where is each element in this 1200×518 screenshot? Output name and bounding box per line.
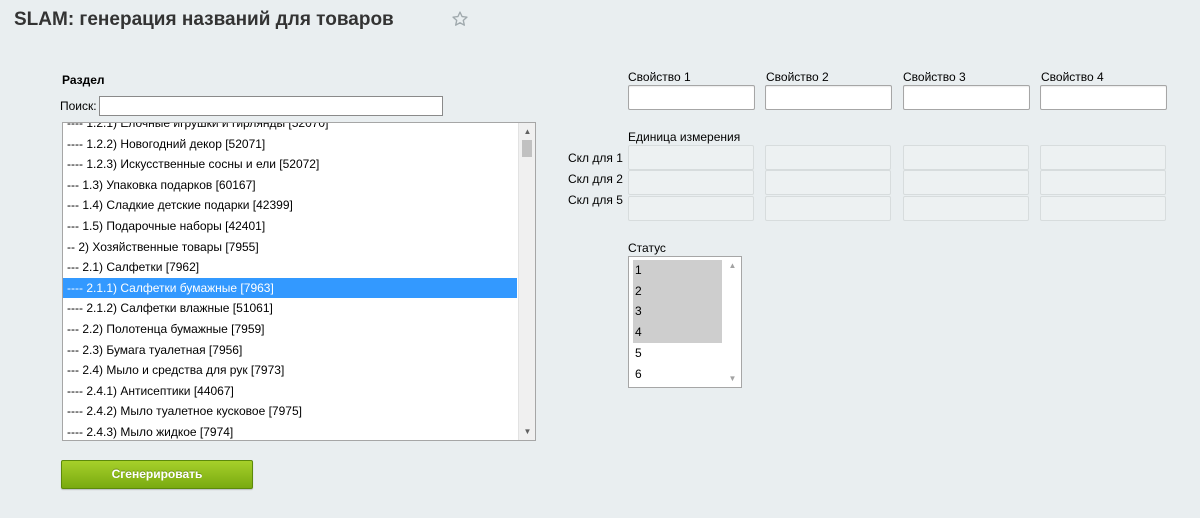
property-1-label: Свойство 1 <box>628 70 691 84</box>
category-option[interactable]: -- 2) Хозяйственные товары [7955] <box>63 237 517 258</box>
generate-button[interactable]: Сгенерировать <box>61 460 253 489</box>
category-scrollbar[interactable]: ▲ ▼ <box>518 123 535 440</box>
triangle-down-icon[interactable]: ▼ <box>519 423 535 440</box>
status-list[interactable]: 123456 ▲ ▼ <box>628 256 742 388</box>
unit-label: Единица измерения <box>628 130 741 144</box>
category-option[interactable]: --- 2.1) Салфетки [7962] <box>63 257 517 278</box>
category-option[interactable]: --- 1.3) Упаковка подарков [60167] <box>63 175 517 196</box>
status-option[interactable]: 2 <box>633 280 722 302</box>
category-option[interactable]: --- 2.2) Полотенца бумажные [7959] <box>63 319 517 340</box>
property-1-input[interactable] <box>628 85 755 110</box>
stock-field-2-4 <box>1040 170 1166 195</box>
star-icon[interactable] <box>451 10 469 28</box>
category-option[interactable]: ---- 2.4.3) Мыло жидкое [7974] <box>63 422 517 440</box>
category-items: ---- 1.2.1) Елочные игрушки и гирлянды [… <box>63 123 517 440</box>
status-option[interactable]: 5 <box>633 343 722 364</box>
stock-field-5-1 <box>628 196 754 221</box>
scroll-thumb[interactable] <box>522 140 532 157</box>
status-option[interactable]: 6 <box>633 364 722 385</box>
triangle-up-icon[interactable]: ▲ <box>724 257 741 274</box>
status-option[interactable]: 4 <box>633 322 722 343</box>
property-2-label: Свойство 2 <box>766 70 829 84</box>
stock-row-label-1: Скл для 1 <box>568 151 623 165</box>
category-option[interactable]: --- 1.5) Подарочные наборы [42401] <box>63 216 517 237</box>
status-option[interactable]: 3 <box>633 301 722 323</box>
property-2-input[interactable] <box>765 85 892 110</box>
category-option[interactable]: ---- 2.4.2) Мыло туалетное кусковое [797… <box>63 401 517 422</box>
category-list[interactable]: ---- 1.2.1) Елочные игрушки и гирлянды [… <box>62 122 536 441</box>
category-option[interactable]: --- 1.4) Сладкие детские подарки [42399] <box>63 195 517 216</box>
stock-field-5-2 <box>765 196 891 221</box>
page-title: SLAM: генерация названий для товаров <box>14 9 394 30</box>
stock-field-2-2 <box>765 170 891 195</box>
stock-field-2-1 <box>628 170 754 195</box>
stock-field-5-3 <box>903 196 1029 221</box>
category-option[interactable]: --- 2.4) Мыло и средства для рук [7973] <box>63 360 517 381</box>
unit-field-2 <box>765 145 891 170</box>
stock-field-2-3 <box>903 170 1029 195</box>
unit-field-3 <box>903 145 1029 170</box>
status-label: Статус <box>628 241 666 255</box>
unit-field-4 <box>1040 145 1166 170</box>
search-input[interactable] <box>99 96 443 116</box>
section-label: Раздел <box>62 73 105 87</box>
search-label: Поиск: <box>60 99 97 113</box>
status-scrollbar[interactable]: ▲ ▼ <box>724 257 741 387</box>
category-option[interactable]: ---- 2.4.1) Антисептики [44067] <box>63 381 517 402</box>
category-option[interactable]: ---- 1.2.1) Елочные игрушки и гирлянды [… <box>63 123 517 134</box>
category-option[interactable]: ---- 1.2.2) Новогодний декор [52071] <box>63 134 517 155</box>
category-option[interactable]: ---- 1.2.3) Искусственные сосны и ели [5… <box>63 154 517 175</box>
triangle-up-icon[interactable]: ▲ <box>519 123 535 140</box>
property-4-input[interactable] <box>1040 85 1167 110</box>
stock-field-5-4 <box>1040 196 1166 221</box>
category-option[interactable]: --- 2.3) Бумага туалетная [7956] <box>63 340 517 361</box>
property-3-label: Свойство 3 <box>903 70 966 84</box>
property-3-input[interactable] <box>903 85 1030 110</box>
property-4-label: Свойство 4 <box>1041 70 1104 84</box>
unit-field-1 <box>628 145 754 170</box>
triangle-down-icon[interactable]: ▼ <box>724 370 741 387</box>
category-option[interactable]: ---- 2.1.2) Салфетки влажные [51061] <box>63 298 517 319</box>
category-option[interactable]: ---- 2.1.1) Салфетки бумажные [7963] <box>63 277 517 299</box>
stock-row-label-2: Скл для 2 <box>568 172 623 186</box>
status-option[interactable]: 1 <box>633 260 722 281</box>
stock-row-label-5: Скл для 5 <box>568 193 623 207</box>
